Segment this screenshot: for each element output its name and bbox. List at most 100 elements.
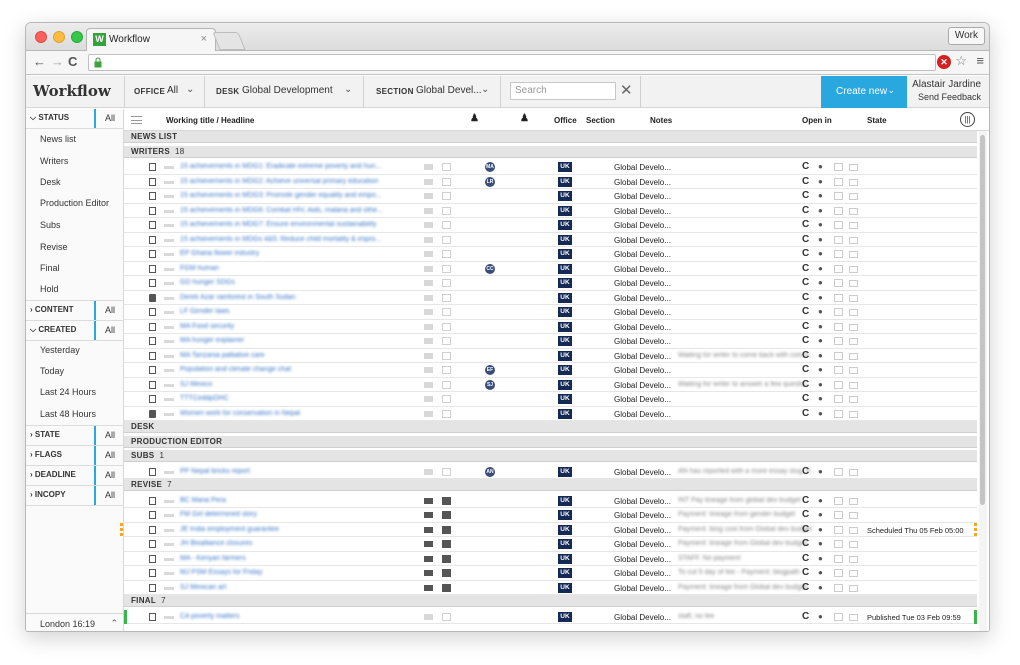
incopy-icon[interactable]	[834, 206, 843, 215]
incopy-icon[interactable]	[834, 409, 843, 418]
composer-icon[interactable]: C	[802, 524, 809, 535]
item-note[interactable]: To cut 5 day of fee - Payment: blogpath …	[678, 569, 810, 576]
list-item[interactable]: BC Maria Pera UK Global Develo... INT Pay l…	[124, 493, 977, 508]
item-title-link[interactable]: EP Ghana flower industry	[180, 250, 259, 257]
composer-icon[interactable]: C	[802, 248, 809, 259]
image-editor-icon[interactable]	[849, 338, 858, 345]
image-icon[interactable]	[442, 612, 451, 621]
sidebar-item-final[interactable]: Final	[40, 263, 60, 273]
image-editor-icon[interactable]	[849, 468, 858, 476]
item-title-link[interactable]: JH Bioalliance closures	[180, 540, 252, 547]
minimize-window-button[interactable]	[53, 31, 65, 43]
item-title-link[interactable]: 15 achievements in MDG6: Combat HIV, Aid…	[180, 207, 383, 214]
composer-icon[interactable]: C	[802, 538, 809, 549]
list-item[interactable]: CA poverty matters UK Global Develo... staf…	[124, 609, 977, 624]
preview-eye-icon[interactable]: ●	[818, 568, 823, 577]
composer-icon[interactable]: C	[802, 408, 809, 419]
sidebar-item-yesterday[interactable]: Yesterday	[40, 345, 80, 355]
list-item[interactable]: MJ PSM Essays for Friday UK Global Develo.…	[124, 566, 977, 581]
list-item[interactable]: Women work for conservation in Nepal UK Gl…	[124, 406, 977, 421]
incopy-icon[interactable]	[834, 163, 843, 171]
composer-icon[interactable]: C	[802, 350, 809, 361]
comment-icon[interactable]	[424, 468, 433, 475]
section-filter-value[interactable]: Global Devel...	[416, 85, 482, 96]
app-title[interactable]: Workflow	[33, 82, 111, 100]
sidebar-item-news-list[interactable]: News list	[40, 134, 76, 144]
image-editor-icon[interactable]	[849, 396, 858, 403]
deadline-filter-group[interactable]: › DEADLINE All	[26, 466, 124, 485]
forward-arrow-icon[interactable]: →	[51, 54, 64, 69]
item-title-link[interactable]: 15 achievements in MDGs 4&5: Reduce chil…	[180, 236, 381, 243]
item-title-link[interactable]: PP Nepal bricks report	[180, 468, 250, 475]
item-title-link[interactable]: 15 achievements in MDG1: Eradicate extre…	[180, 163, 381, 170]
created-filter-group[interactable]: ⌵ CREATED All	[26, 321, 124, 340]
preview-eye-icon[interactable]: ●	[818, 380, 823, 389]
item-title-link[interactable]: Population and climate change chat	[180, 366, 291, 373]
image-icon[interactable]	[442, 366, 451, 374]
scrollbar-thumb[interactable]	[980, 135, 985, 505]
item-title-link[interactable]: MA Food security	[180, 323, 234, 330]
item-title-link[interactable]: Women work for conservation in Nepal	[180, 410, 300, 417]
incopy-icon[interactable]	[834, 308, 843, 316]
incopy-icon[interactable]	[834, 337, 843, 345]
item-note[interactable]: Payment: lineage from Global dev budget	[678, 584, 807, 591]
image-icon[interactable]	[442, 279, 451, 287]
image-editor-icon[interactable]	[849, 381, 858, 389]
image-editor-icon[interactable]	[849, 236, 858, 244]
item-note[interactable]: STAFF. No payment	[678, 555, 741, 562]
comment-icon[interactable]	[424, 294, 433, 301]
list-item[interactable]: 15 achievements in MDG3: Promote gender …	[124, 189, 977, 204]
composer-icon[interactable]: C	[802, 495, 809, 506]
sidebar-item-production-editor[interactable]: Production Editor	[40, 198, 109, 208]
composer-icon[interactable]: C	[802, 393, 809, 404]
image-icon[interactable]	[442, 467, 451, 476]
send-feedback-link[interactable]: Send Feedback	[918, 92, 981, 102]
list-item[interactable]: Derek Azar rainforest in South Sudan UK Gl…	[124, 290, 977, 305]
reload-icon[interactable]: C	[68, 54, 77, 69]
image-editor-icon[interactable]	[849, 512, 858, 519]
item-note[interactable]: staff, no fee	[678, 613, 714, 620]
image-editor-icon[interactable]	[849, 352, 858, 360]
image-editor-icon[interactable]	[849, 309, 858, 316]
assign-person-icon[interactable]: ♟	[470, 113, 479, 124]
sidebar-item-writers[interactable]: Writers	[40, 156, 68, 166]
image-editor-icon[interactable]	[849, 323, 858, 331]
incopy-icon[interactable]	[834, 395, 843, 403]
composer-icon[interactable]: C	[802, 190, 809, 201]
list-view-icon[interactable]	[131, 116, 142, 124]
deadline-all-toggle[interactable]: All	[94, 466, 124, 485]
section-news-list[interactable]: NEWS LIST	[124, 131, 977, 143]
browser-menu-icon[interactable]: ≡	[976, 53, 984, 68]
image-editor-icon[interactable]	[849, 367, 858, 374]
preview-eye-icon[interactable]: ●	[818, 496, 823, 505]
comment-icon[interactable]	[424, 207, 433, 214]
preview-eye-icon[interactable]: ●	[818, 177, 823, 186]
composer-icon[interactable]: C	[802, 335, 809, 346]
incopy-icon[interactable]	[834, 380, 843, 389]
image-editor-icon[interactable]	[849, 541, 858, 548]
sidebar-item-last-48-hours[interactable]: Last 48 Hours	[40, 409, 96, 419]
composer-icon[interactable]: C	[802, 582, 809, 593]
tab-close-icon[interactable]: ×	[201, 33, 207, 45]
extension-icon[interactable]: ✕	[937, 55, 951, 69]
list-item[interactable]: EP Ghana flower industry UK Global Develo.…	[124, 247, 977, 262]
item-title-link[interactable]: GD hunger SDGs	[180, 279, 235, 286]
preview-eye-icon[interactable]: ●	[818, 220, 823, 229]
preview-eye-icon[interactable]: ●	[818, 612, 823, 621]
item-note[interactable]: AN has reported with a more essay slug, …	[678, 468, 816, 475]
incopy-icon[interactable]	[834, 351, 843, 360]
comment-icon[interactable]	[424, 497, 433, 504]
composer-icon[interactable]: C	[802, 379, 809, 390]
incopy-icon[interactable]	[834, 467, 843, 476]
item-title-link[interactable]: FM Girl determined story	[180, 511, 257, 518]
image-editor-icon[interactable]	[849, 251, 858, 258]
profile-button[interactable]: Work	[947, 27, 985, 45]
list-item[interactable]: GD hunger SDGs UK Global Develo... C ●	[124, 276, 977, 291]
incopy-icon[interactable]	[834, 221, 843, 229]
flags-filter-group[interactable]: › FLAGS All	[26, 446, 124, 465]
comment-icon[interactable]	[424, 555, 433, 562]
composer-icon[interactable]: C	[802, 263, 809, 274]
image-icon[interactable]	[442, 308, 451, 316]
column-office[interactable]: Office	[554, 116, 577, 125]
clear-search-icon[interactable]: ✕	[620, 81, 633, 99]
